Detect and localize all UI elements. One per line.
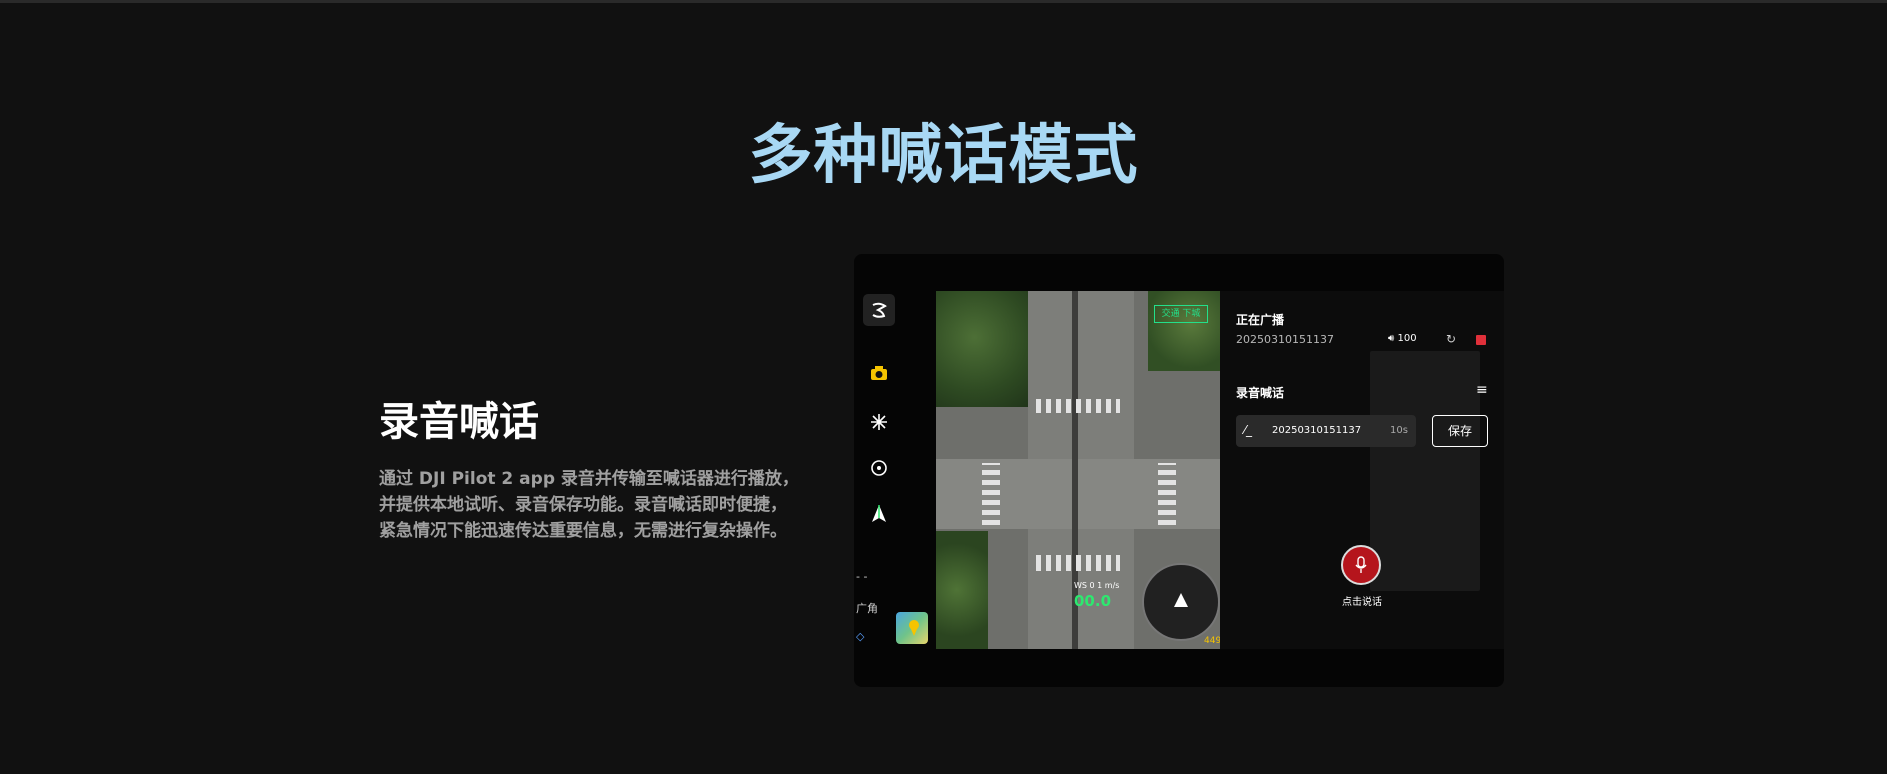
wind-speed-readout: WS 0 1 m/s xyxy=(1074,581,1120,590)
feature-title: 录音喊话 xyxy=(379,399,539,445)
volume-icon: 🔊︎ xyxy=(1388,333,1395,344)
save-button[interactable]: 保存 xyxy=(1432,415,1488,447)
altitude-readout: 449 xyxy=(1204,636,1220,646)
crosshair-icon[interactable] xyxy=(863,406,895,438)
loop-icon[interactable]: ↻ xyxy=(1446,332,1456,346)
stop-icon[interactable] xyxy=(1476,335,1486,345)
rail-dots: - - xyxy=(856,570,868,583)
broadcasting-label: 正在广播 xyxy=(1236,313,1285,327)
camera-icon[interactable] xyxy=(863,358,895,390)
volume-value: 100 xyxy=(1397,333,1417,344)
diamond-icon[interactable]: ◇ xyxy=(856,630,864,644)
target-icon[interactable] xyxy=(863,452,895,484)
crosswalk xyxy=(982,463,1000,525)
talk-label: 点击说话 xyxy=(1342,597,1382,608)
page-title: 多种喊话模式 xyxy=(748,119,1139,193)
menu-icon[interactable]: ≡ xyxy=(1476,382,1488,398)
camera-feed[interactable]: 交通 下城 WS 0 1 m/s 00.0 449 xyxy=(936,291,1220,649)
tree-area xyxy=(1148,291,1220,371)
top-divider xyxy=(0,0,1887,3)
crosswalk xyxy=(1036,399,1120,413)
background-layer xyxy=(1370,351,1480,591)
navigation-icon[interactable] xyxy=(863,498,895,530)
compass-widget xyxy=(1142,563,1220,641)
volume-control[interactable]: 🔊︎ 100 xyxy=(1388,333,1417,344)
tree-area xyxy=(936,531,988,649)
recording-name: 20250310151137 xyxy=(1272,425,1362,436)
lens-mode-label[interactable]: 广角 xyxy=(856,602,878,616)
recording-section-title: 录音喊话 xyxy=(1236,386,1285,400)
crosswalk xyxy=(1036,555,1120,571)
detection-box: 交通 下城 xyxy=(1154,305,1208,323)
edit-icon[interactable]: ⁄_ xyxy=(1244,423,1252,437)
map-icon[interactable] xyxy=(896,612,928,644)
feature-description: 通过 DJI Pilot 2 app 录音并传输至喊话器进行播放，并提供本地试听… xyxy=(379,469,799,541)
aircraft-icon xyxy=(1174,593,1188,607)
crosswalk xyxy=(1158,463,1176,525)
logo-icon[interactable] xyxy=(863,294,895,326)
device-screen: - - 广角 ◇ 交通 下城 WS 0 1 m/s 00.0 449 正在广播 … xyxy=(854,254,1504,687)
road-horizontal xyxy=(936,459,1220,529)
speed-readout: 00.0 xyxy=(1074,592,1112,610)
speaker-panel: 正在广播 20250310151137 🔊︎ 100 ↻ 录音喊话 ≡ ⁄_ 2… xyxy=(1220,291,1504,649)
microphone-icon[interactable] xyxy=(1341,545,1381,585)
tree-area xyxy=(936,291,1032,407)
recording-item[interactable]: ⁄_ 20250310151137 10s xyxy=(1236,415,1416,447)
broadcasting-file: 20250310151137 xyxy=(1236,333,1334,346)
left-rail: - - 广角 ◇ xyxy=(854,254,934,687)
recording-duration: 10s xyxy=(1390,425,1408,436)
